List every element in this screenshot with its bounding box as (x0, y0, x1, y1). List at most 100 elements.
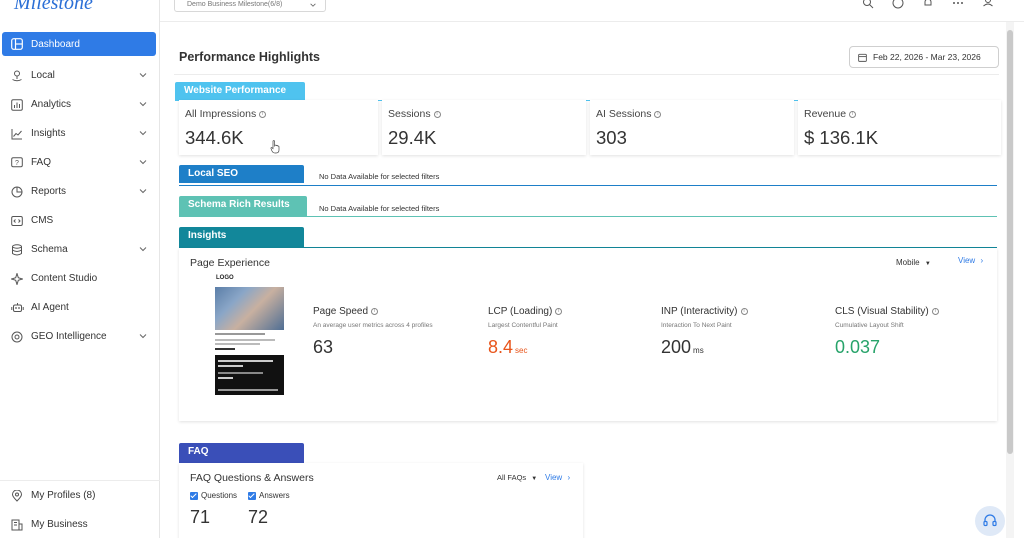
metric-label-text: Sessions (388, 108, 431, 120)
answers-count: 72 (248, 507, 269, 527)
metric-card-ai-sessions[interactable]: AI Sessions i 303 (590, 100, 794, 155)
divider (179, 216, 997, 217)
metric-label: INP (Interactivity) i (661, 306, 748, 317)
sidebar-item-local[interactable]: Local (0, 61, 160, 90)
reports-pie-icon (10, 185, 24, 199)
sidebar-item-my-business[interactable]: My Business (0, 510, 160, 538)
chevron-down-icon (139, 189, 147, 194)
metric-value: 0.037 (835, 337, 939, 358)
questions-checkbox[interactable]: Questions (190, 491, 237, 500)
metric-value: 344.6K (185, 127, 244, 148)
thumbnail-text-line (215, 348, 235, 350)
page-experience-view-link[interactable]: View › (958, 256, 983, 265)
divider (179, 185, 997, 186)
answers-checkbox[interactable]: Answers (248, 491, 290, 500)
metric-card-revenue[interactable]: Revenue i $ 136.1K (798, 100, 1001, 155)
local-seo-tab: Local SEO (179, 165, 304, 183)
headset-icon (983, 514, 997, 527)
metric-card-sessions[interactable]: Sessions i 29.4K (382, 100, 586, 155)
insights-tab: Insights (179, 227, 304, 247)
metric-label: Page Speed i (313, 306, 433, 317)
user-account-icon[interactable] (982, 0, 994, 8)
faq-card-title: FAQ Questions & Answers (190, 472, 314, 484)
inp-metric: INP (Interactivity) i Interaction To Next… (661, 306, 748, 358)
chevron-right-icon: › (980, 256, 984, 265)
search-icon[interactable] (862, 0, 874, 9)
info-icon[interactable]: i (433, 110, 441, 118)
cms-icon (10, 214, 24, 228)
thumbnail-text-line (215, 333, 265, 335)
thumbnail-logo-text: LOGO (216, 275, 234, 281)
faq-filter-select[interactable]: All FAQs ▼ (497, 473, 537, 482)
chevron-down-icon (139, 334, 147, 339)
app-root: Milestone Dashboard Local Analytics Insi… (0, 0, 1024, 538)
schema-db-icon (10, 243, 24, 257)
business-select[interactable]: Demo Business Milestone(6/8) (174, 0, 326, 12)
sidebar-item-analytics[interactable]: Analytics (0, 90, 160, 119)
sidebar-item-dashboard[interactable]: Dashboard (2, 32, 156, 56)
info-icon[interactable]: i (931, 308, 939, 315)
info-icon[interactable]: i (371, 308, 379, 315)
thumbnail-text-line (215, 343, 260, 345)
metric-unit: sec (515, 346, 528, 355)
insights-line-icon (10, 127, 24, 141)
metric-value-number: 8.4 (488, 337, 514, 357)
sidebar-item-label: Insights (31, 128, 66, 139)
info-icon[interactable]: i (654, 110, 662, 118)
sidebar-item-label: Local (31, 70, 55, 81)
help-circle-icon[interactable] (892, 0, 904, 9)
metric-label-text: INP (Interactivity) (661, 306, 738, 317)
sidebar-item-geo-intelligence[interactable]: GEO Intelligence (0, 322, 160, 351)
device-select[interactable]: Mobile ▼ (896, 258, 931, 267)
sidebar-item-label: AI Agent (31, 302, 69, 313)
metric-value-number: 200 (661, 337, 692, 357)
info-icon[interactable]: i (849, 110, 857, 118)
dashboard-icon (10, 37, 24, 51)
brand-logo[interactable]: Milestone (14, 0, 93, 15)
svg-text:?: ? (15, 160, 19, 167)
sidebar-item-schema[interactable]: Schema (0, 235, 160, 264)
chevron-down-icon (310, 3, 316, 7)
sidebar-item-label: Analytics (31, 99, 72, 110)
sidebar-item-cms[interactable]: CMS (0, 206, 160, 235)
metric-value: 303 (596, 127, 627, 148)
chevron-down-icon (139, 160, 147, 165)
geo-target-icon (10, 330, 24, 344)
metric-description: Interaction To Next Paint (661, 322, 732, 329)
info-icon[interactable]: i (259, 110, 267, 118)
checkbox-label: Questions (201, 491, 238, 500)
metric-label-text: AI Sessions (596, 108, 652, 120)
calendar-icon (858, 53, 867, 62)
date-range-picker[interactable]: Feb 22, 2026 - Mar 23, 2026 (849, 46, 999, 68)
caret-down-icon: ▼ (531, 476, 538, 482)
sidebar-item-label: Reports (31, 186, 67, 197)
lcp-metric: LCP (Loading) i Largest Contentful Paint … (488, 306, 563, 358)
support-chat-button[interactable] (975, 506, 1005, 536)
metric-label-text: CLS (Visual Stability) (835, 306, 929, 317)
cls-metric: CLS (Visual Stability) i Cumulative Layou… (835, 306, 939, 358)
thumbnail-dark-section (215, 355, 284, 395)
sidebar-item-my-profiles[interactable]: My Profiles (8) (0, 481, 160, 510)
apps-grid-icon[interactable] (952, 0, 964, 8)
sidebar-item-faq[interactable]: ? FAQ (0, 148, 160, 177)
notification-icon[interactable] (922, 0, 934, 8)
sidebar-item-reports[interactable]: Reports (0, 177, 160, 206)
website-performance-tab: Website Performance (175, 82, 305, 100)
sidebar-item-content-studio[interactable]: Content Studio (0, 264, 160, 293)
sidebar-item-ai-agent[interactable]: AI Agent (0, 293, 160, 322)
sidebar-item-insights[interactable]: Insights (0, 119, 160, 148)
thumbnail-hero-image (215, 287, 284, 330)
metric-value: 29.4K (388, 127, 437, 148)
page-screenshot-thumbnail[interactable]: LOGO (214, 275, 286, 395)
thumbnail-text-line (215, 339, 275, 341)
checkbox-checked-icon (248, 491, 256, 500)
sidebar-item-label: Schema (31, 244, 68, 255)
info-icon[interactable]: i (555, 308, 563, 315)
metric-label: AI Sessions i (596, 108, 662, 120)
faq-card: FAQ Questions & Answers All FAQs ▼ View … (179, 463, 583, 538)
faq-view-link[interactable]: View › (545, 473, 570, 482)
schema-no-data: No Data Available for selected filters (319, 204, 440, 213)
info-icon[interactable]: i (740, 308, 748, 315)
page-title: Performance Highlights (179, 50, 320, 64)
chevron-down-icon (139, 73, 147, 78)
